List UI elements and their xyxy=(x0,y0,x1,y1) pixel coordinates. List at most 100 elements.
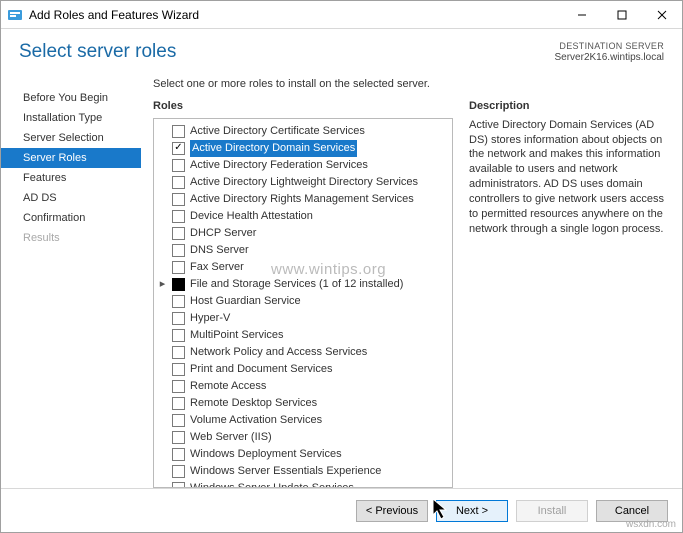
sidebar-item-before-you-begin[interactable]: Before You Begin xyxy=(1,88,141,108)
expander-icon[interactable]: ▸ xyxy=(158,276,167,293)
role-label: Hyper-V xyxy=(190,310,230,327)
wizard-header: Select server roles DESTINATION SERVER S… xyxy=(1,29,682,70)
role-item[interactable]: Hyper-V xyxy=(156,310,450,327)
role-label: Fax Server xyxy=(190,259,244,276)
app-icon xyxy=(7,7,23,23)
sidebar-item-ad-ds[interactable]: AD DS xyxy=(1,188,141,208)
role-item[interactable]: Print and Document Services xyxy=(156,361,450,378)
role-label: Active Directory Domain Services xyxy=(190,140,357,157)
role-label: Web Server (IIS) xyxy=(190,429,272,446)
description-header: Description xyxy=(469,100,666,112)
role-label: Network Policy and Access Services xyxy=(190,344,367,361)
role-item[interactable]: Network Policy and Access Services xyxy=(156,344,450,361)
role-item[interactable]: MultiPoint Services xyxy=(156,327,450,344)
role-item[interactable]: DNS Server xyxy=(156,242,450,259)
sidebar-item-features[interactable]: Features xyxy=(1,168,141,188)
role-item[interactable]: Active Directory Federation Services xyxy=(156,157,450,174)
role-checkbox[interactable] xyxy=(172,210,185,223)
role-label: Remote Desktop Services xyxy=(190,395,317,412)
role-label: Volume Activation Services xyxy=(190,412,322,429)
role-label: DHCP Server xyxy=(190,225,256,242)
role-item[interactable]: Remote Access xyxy=(156,378,450,395)
role-item[interactable]: Host Guardian Service xyxy=(156,293,450,310)
wizard-footer: < Previous Next > Install Cancel xyxy=(1,488,682,532)
role-checkbox[interactable] xyxy=(172,159,185,172)
roles-listbox[interactable]: Active Directory Certificate ServicesAct… xyxy=(153,118,453,488)
role-item[interactable]: DHCP Server xyxy=(156,225,450,242)
role-checkbox[interactable] xyxy=(172,414,185,427)
wizard-body: Before You BeginInstallation TypeServer … xyxy=(1,70,682,488)
role-label: Windows Server Update Services xyxy=(190,480,354,488)
title-bar: Add Roles and Features Wizard xyxy=(1,1,682,29)
role-item[interactable]: Volume Activation Services xyxy=(156,412,450,429)
role-item[interactable]: Fax Server xyxy=(156,259,450,276)
destination-value: Server2K16.wintips.local xyxy=(555,52,665,64)
role-checkbox[interactable] xyxy=(172,312,185,325)
role-checkbox[interactable] xyxy=(172,346,185,359)
role-checkbox[interactable] xyxy=(172,329,185,342)
role-checkbox[interactable] xyxy=(172,278,185,291)
role-item[interactable]: ▸File and Storage Services (1 of 12 inst… xyxy=(156,276,450,293)
role-item[interactable]: Active Directory Rights Management Servi… xyxy=(156,191,450,208)
sidebar-item-results: Results xyxy=(1,228,141,248)
role-item[interactable]: Active Directory Domain Services xyxy=(156,140,450,157)
role-checkbox[interactable] xyxy=(172,431,185,444)
content-columns: Roles Active Directory Certificate Servi… xyxy=(153,100,666,488)
role-item[interactable]: Active Directory Certificate Services xyxy=(156,123,450,140)
wizard-sidebar: Before You BeginInstallation TypeServer … xyxy=(1,70,141,488)
wizard-content: Select one or more roles to install on t… xyxy=(141,70,682,488)
role-checkbox[interactable] xyxy=(172,261,185,274)
role-item[interactable]: Device Health Attestation xyxy=(156,208,450,225)
cancel-button[interactable]: Cancel xyxy=(596,500,668,522)
next-label: Next > xyxy=(456,505,488,517)
cancel-label: Cancel xyxy=(615,505,649,517)
sidebar-item-server-roles[interactable]: Server Roles xyxy=(1,148,141,168)
role-item[interactable]: Active Directory Lightweight Directory S… xyxy=(156,174,450,191)
role-checkbox[interactable] xyxy=(172,397,185,410)
sidebar-item-server-selection[interactable]: Server Selection xyxy=(1,128,141,148)
window-controls xyxy=(562,1,682,28)
role-item[interactable]: Windows Server Update Services xyxy=(156,480,450,488)
close-button[interactable] xyxy=(642,1,682,28)
role-checkbox[interactable] xyxy=(172,227,185,240)
role-checkbox[interactable] xyxy=(172,244,185,257)
instruction-text: Select one or more roles to install on t… xyxy=(153,78,666,90)
roles-column: Roles Active Directory Certificate Servi… xyxy=(153,100,453,488)
role-checkbox[interactable] xyxy=(172,193,185,206)
roles-header: Roles xyxy=(153,100,453,112)
wizard-window: Add Roles and Features Wizard Select ser… xyxy=(0,0,683,533)
window-title: Add Roles and Features Wizard xyxy=(29,8,562,22)
previous-label: < Previous xyxy=(366,505,418,517)
role-label: Active Directory Rights Management Servi… xyxy=(190,191,414,208)
description-text: Active Directory Domain Services (AD DS)… xyxy=(469,118,666,237)
role-checkbox[interactable] xyxy=(172,380,185,393)
role-checkbox[interactable] xyxy=(172,125,185,138)
role-label: Active Directory Federation Services xyxy=(190,157,368,174)
role-item[interactable]: Web Server (IIS) xyxy=(156,429,450,446)
role-checkbox[interactable] xyxy=(172,363,185,376)
maximize-button[interactable] xyxy=(602,1,642,28)
role-label: Device Health Attestation xyxy=(190,208,313,225)
role-label: Active Directory Lightweight Directory S… xyxy=(190,174,418,191)
sidebar-item-installation-type[interactable]: Installation Type xyxy=(1,108,141,128)
minimize-button[interactable] xyxy=(562,1,602,28)
destination-label: DESTINATION SERVER xyxy=(555,41,665,52)
role-checkbox[interactable] xyxy=(172,142,185,155)
install-button: Install xyxy=(516,500,588,522)
sidebar-item-confirmation[interactable]: Confirmation xyxy=(1,208,141,228)
role-checkbox[interactable] xyxy=(172,465,185,478)
role-item[interactable]: Windows Server Essentials Experience xyxy=(156,463,450,480)
role-label: Remote Access xyxy=(190,378,266,395)
role-checkbox[interactable] xyxy=(172,295,185,308)
previous-button[interactable]: < Previous xyxy=(356,500,428,522)
role-item[interactable]: Windows Deployment Services xyxy=(156,446,450,463)
role-label: DNS Server xyxy=(190,242,249,259)
role-label: Active Directory Certificate Services xyxy=(190,123,365,140)
next-button[interactable]: Next > xyxy=(436,500,508,522)
role-checkbox[interactable] xyxy=(172,176,185,189)
role-checkbox[interactable] xyxy=(172,448,185,461)
role-label: Host Guardian Service xyxy=(190,293,301,310)
role-item[interactable]: Remote Desktop Services xyxy=(156,395,450,412)
role-label: MultiPoint Services xyxy=(190,327,284,344)
role-label: Windows Server Essentials Experience xyxy=(190,463,381,480)
